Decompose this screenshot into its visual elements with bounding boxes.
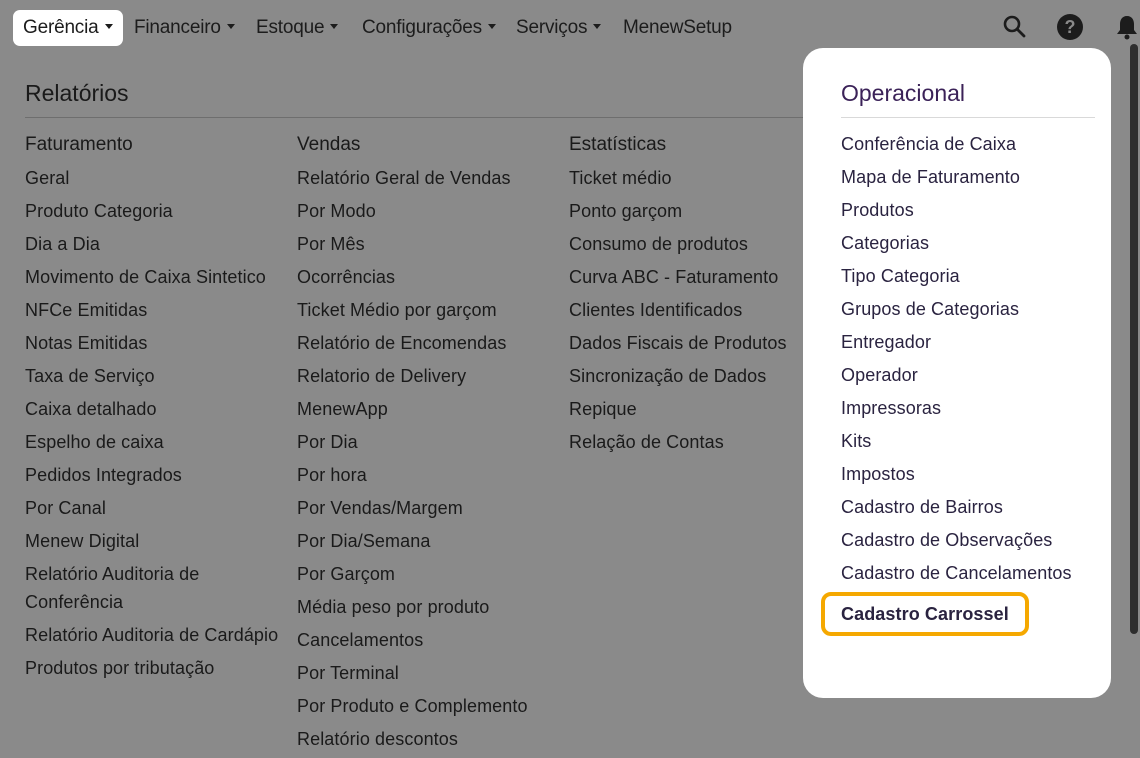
menu-link[interactable]: Ticket médio [569,164,834,192]
menu-link[interactable]: Ponto garçom [569,197,834,225]
menu-link[interactable]: Dia a Dia [25,230,290,258]
nav-gerencia-label: Gerência [23,17,99,38]
operacional-panel: Operacional Conferência de Caixa Mapa de … [803,48,1111,698]
search-icon[interactable] [1000,12,1030,42]
menu-link[interactable]: Notas Emitidas [25,329,290,357]
menu-link[interactable]: Caixa detalhado [25,395,290,423]
chevron-down-icon [593,24,602,30]
menu-link[interactable]: Relatório descontos [297,725,562,753]
nav-menewsetup-label: MenewSetup [623,17,732,38]
chevron-down-icon [330,24,339,30]
column-heading: Estatísticas [569,134,667,155]
menu-link[interactable]: Espelho de caixa [25,428,290,456]
menu-link[interactable]: Relatório Geral de Vendas [297,164,562,192]
menu-link[interactable]: Consumo de produtos [569,230,834,258]
nav-servicos[interactable]: Serviços [516,10,602,46]
divider [25,117,805,118]
menu-link[interactable]: Por Dia/Semana [297,527,562,555]
highlighted-menu-link[interactable]: Cadastro Carrossel [821,592,1029,636]
menu-link[interactable]: Conferência de Caixa [841,130,1106,158]
column-items: Relatório Geral de Vendas Por Modo Por Mês… [297,164,562,753]
menu-link[interactable]: Relatório de Encomendas [297,329,562,357]
menu-link[interactable]: Por Dia [297,428,562,456]
menu-link[interactable]: Cadastro de Bairros [841,493,1106,521]
help-icon[interactable]: ? [1055,12,1085,42]
menu-link[interactable]: Impostos [841,460,1106,488]
column-items: Geral Produto Categoria Dia a Dia Movimento… [25,164,290,682]
menu-link[interactable]: Por Canal [25,494,290,522]
menu-link[interactable]: Cancelamentos [297,626,562,654]
nav-servicos-label: Serviços [516,17,588,38]
menu-link[interactable]: Repique [569,395,834,423]
menu-link[interactable]: Mapa de Faturamento [841,163,1106,191]
menu-link[interactable]: Relatório Auditoria de Conferência [25,560,290,616]
menu-link[interactable]: Tipo Categoria [841,262,1106,290]
menu-link[interactable]: Movimento de Caixa Sintetico [25,263,290,291]
column-items: Ticket médio Ponto garçom Consumo de produ… [569,164,834,456]
menu-link[interactable]: Produto Categoria [25,197,290,225]
divider [841,117,1095,118]
menu-link[interactable]: Kits [841,427,1106,455]
menu-link[interactable]: Por Mês [297,230,562,258]
menu-link[interactable]: Entregador [841,328,1106,356]
menu-link[interactable]: Produtos por tributação [25,654,290,682]
chevron-down-icon [487,24,496,30]
relatorios-title: Relatórios [25,80,129,106]
menu-link[interactable]: Por Vendas/Margem [297,494,562,522]
menu-link[interactable]: Cadastro de Observações [841,526,1106,554]
nav-configuracoes-label: Configurações [362,17,482,38]
column-heading: Faturamento [25,134,133,155]
operacional-title: Operacional [841,80,966,106]
menu-link[interactable]: Cadastro de Cancelamentos [841,559,1106,587]
menu-link[interactable]: Por Produto e Complemento [297,692,562,720]
operacional-list: Conferência de Caixa Mapa de Faturamento P… [821,130,1106,641]
top-nav-bar: Gerência Financeiro Estoque Configuraçõe… [0,0,1140,54]
nav-menewsetup[interactable]: MenewSetup [623,10,732,46]
nav-financeiro[interactable]: Financeiro [134,10,235,46]
menu-link[interactable]: MenewApp [297,395,562,423]
menu-link-cadastro-carrossel[interactable]: Cadastro Carrossel [821,592,1106,636]
nav-estoque[interactable]: Estoque [256,10,339,46]
menu-link[interactable]: Curva ABC - Faturamento [569,263,834,291]
menu-link[interactable]: Categorias [841,229,1106,257]
menu-link[interactable]: Pedidos Integrados [25,461,290,489]
menu-link[interactable]: Ocorrências [297,263,562,291]
nav-configuracoes[interactable]: Configurações [362,10,496,46]
menu-link[interactable]: Por Modo [297,197,562,225]
menu-link[interactable]: NFCe Emitidas [25,296,290,324]
svg-text:?: ? [1065,17,1076,37]
column-heading: Vendas [297,134,361,155]
chevron-down-icon [104,24,113,30]
menu-link[interactable]: Clientes Identificados [569,296,834,324]
nav-gerencia[interactable]: Gerência [13,10,123,46]
nav-estoque-label: Estoque [256,17,325,38]
column-vendas: Vendas Relatório Geral de Vendas Por Modo… [297,130,562,758]
menu-link[interactable]: Relatorio de Delivery [297,362,562,390]
menu-link[interactable]: Ticket Médio por garçom [297,296,562,324]
menu-link[interactable]: Produtos [841,196,1106,224]
menu-link[interactable]: Geral [25,164,290,192]
menu-link[interactable]: Dados Fiscais de Produtos [569,329,834,357]
column-estatisticas: Estatísticas Ticket médio Ponto garçom Con… [569,130,834,461]
scrollbar[interactable] [1130,44,1138,634]
bell-icon[interactable] [1112,12,1140,42]
menu-link[interactable]: Por hora [297,461,562,489]
menu-link[interactable]: Relação de Contas [569,428,834,456]
menu-link[interactable]: Relatório Auditoria de Cardápio [25,621,290,649]
menu-link[interactable]: Grupos de Categorias [841,295,1106,323]
menu-link[interactable]: Menew Digital [25,527,290,555]
menu-link[interactable]: Média peso por produto [297,593,562,621]
menu-link[interactable]: Operador [841,361,1106,389]
chevron-down-icon [226,24,235,30]
menu-link[interactable]: Por Garçom [297,560,562,588]
nav-financeiro-label: Financeiro [134,17,221,38]
menu-link[interactable]: Sincronização de Dados [569,362,834,390]
menu-link[interactable]: Impressoras [841,394,1106,422]
menu-link[interactable]: Por Terminal [297,659,562,687]
column-faturamento: Faturamento Geral Produto Categoria Dia a … [25,130,290,687]
menu-link[interactable]: Taxa de Serviço [25,362,290,390]
